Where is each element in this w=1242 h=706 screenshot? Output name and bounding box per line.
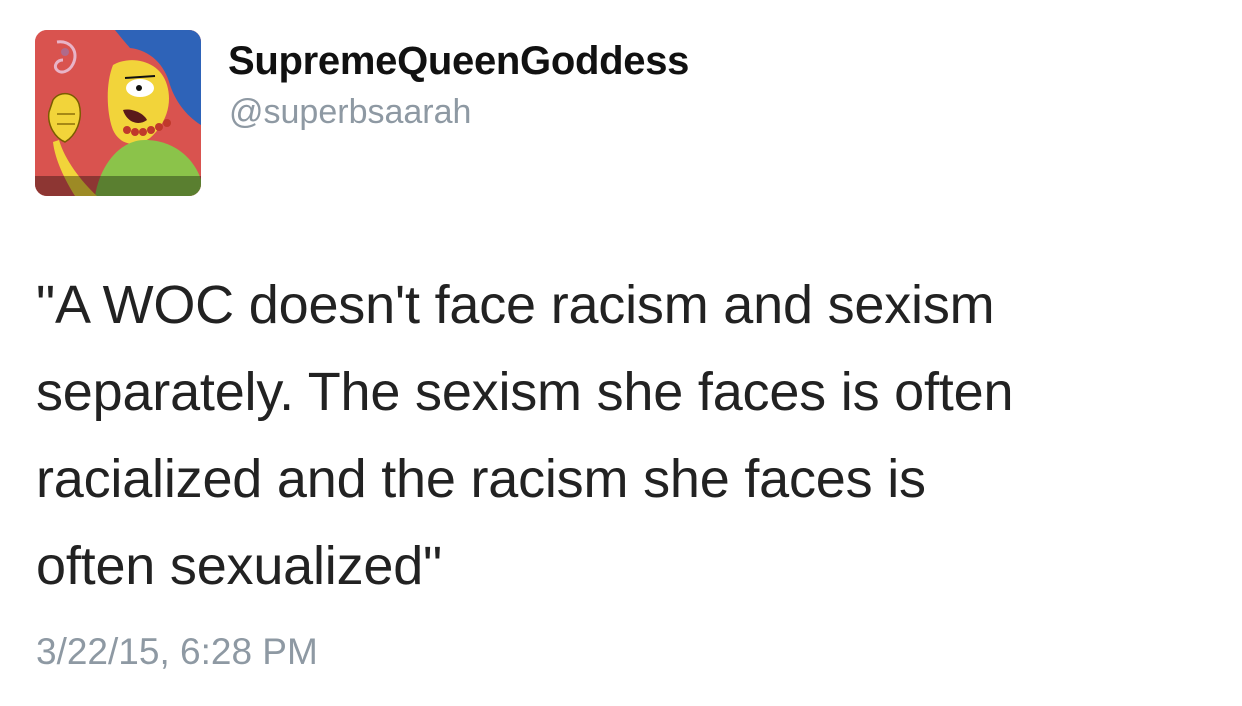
- user-handle[interactable]: @superbsaarah: [229, 92, 471, 132]
- tweet-text-line: separately. The sexism she faces is ofte…: [36, 362, 1014, 422]
- display-name[interactable]: SupremeQueenGoddess: [228, 38, 689, 84]
- tweet-timestamp[interactable]: 3/22/15, 6:28 PM: [36, 630, 318, 674]
- profile-avatar[interactable]: [35, 30, 201, 196]
- tweet-text-line: "A WOC doesn't face racism and sexism: [36, 275, 995, 335]
- tweet-card: SupremeQueenGoddess @superbsaarah "A WOC…: [0, 0, 1242, 706]
- cartoon-avatar-icon: [35, 30, 201, 196]
- tweet-text-line: racialized and the racism she faces is: [36, 449, 926, 509]
- tweet-text-line: often sexualized": [36, 536, 443, 596]
- tweet-text: "A WOC doesn't face racism and sexism se…: [36, 262, 1216, 610]
